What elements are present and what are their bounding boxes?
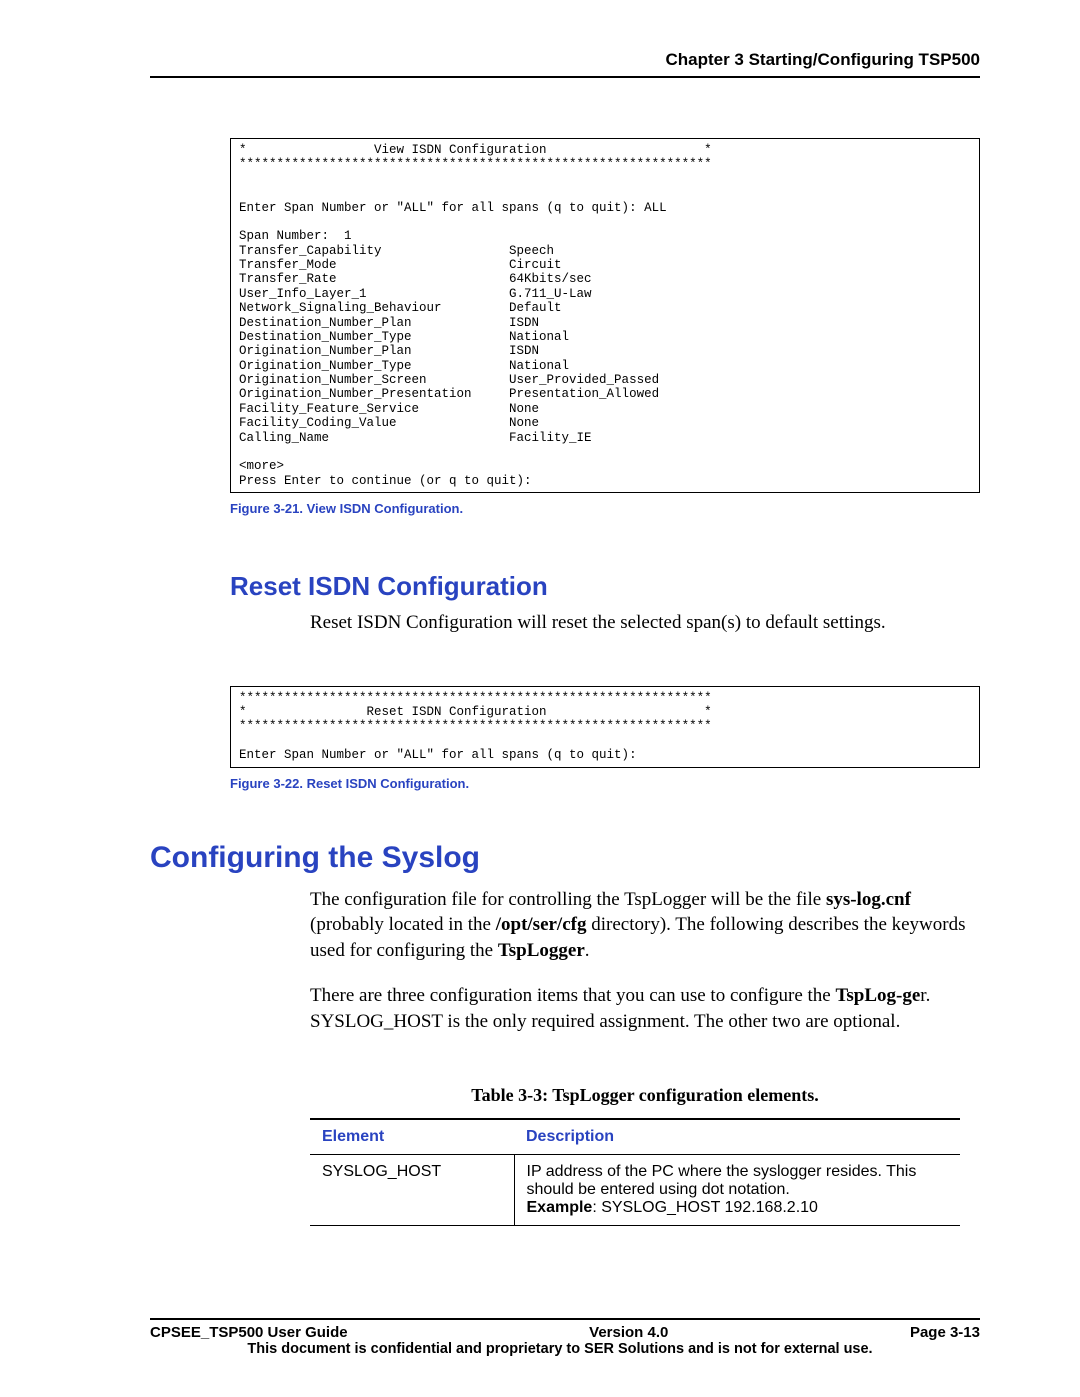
header-rule bbox=[150, 76, 980, 78]
bold-tsplogger: TspLogger bbox=[498, 940, 585, 961]
syslog-paragraph-2: There are three configuration items that… bbox=[310, 983, 980, 1034]
table-caption-3-3: Table 3-3: TspLogger configuration eleme… bbox=[310, 1085, 980, 1106]
th-element: Element bbox=[310, 1119, 514, 1155]
footer-page-number: Page 3-13 bbox=[910, 1324, 980, 1341]
text: The configuration file for controlling t… bbox=[310, 889, 826, 910]
spacer bbox=[150, 656, 980, 686]
chapter-header: Chapter 3 Starting/Configuring TSP500 bbox=[150, 50, 980, 70]
reset-isdn-body: Reset ISDN Configuration will reset the … bbox=[310, 610, 980, 636]
code-view-isdn: * View ISDN Configuration * ************… bbox=[230, 138, 980, 493]
bold-syslog-cnf: sys-log.cnf bbox=[826, 889, 911, 910]
table-header-row: Element Description bbox=[310, 1119, 960, 1155]
syslog-paragraph-1: The configuration file for controlling t… bbox=[310, 887, 980, 964]
heading-configuring-syslog: Configuring the Syslog bbox=[150, 841, 980, 875]
heading-reset-isdn: Reset ISDN Configuration bbox=[230, 571, 980, 602]
page: Chapter 3 Starting/Configuring TSP500 * … bbox=[0, 0, 1080, 1397]
figure-caption-3-22: Figure 3-22. Reset ISDN Configuration. bbox=[230, 776, 980, 791]
text: . bbox=[585, 940, 590, 961]
text: There are three configuration items that… bbox=[310, 985, 835, 1006]
example-label: Example bbox=[527, 1199, 593, 1216]
footer-info-row: CPSEE_TSP500 User Guide Version 4.0 Page… bbox=[0, 1324, 1080, 1341]
footer-rule bbox=[150, 1318, 980, 1320]
example-value: : SYSLOG_HOST 192.168.2.10 bbox=[592, 1199, 818, 1216]
text: (probably located in the bbox=[310, 914, 496, 935]
td-element: SYSLOG_HOST bbox=[310, 1154, 514, 1225]
footer-confidential: This document is confidential and propri… bbox=[0, 1341, 1080, 1357]
bold-tsplogger-2: TspLog-ge bbox=[835, 985, 920, 1006]
td-description: IP address of the PC where the syslogger… bbox=[514, 1154, 960, 1225]
footer-guide-title: CPSEE_TSP500 User Guide bbox=[150, 1324, 348, 1341]
bold-path: /opt/ser/cfg bbox=[496, 914, 587, 935]
figure-caption-3-21: Figure 3-21. View ISDN Configuration. bbox=[230, 501, 980, 516]
desc-text: IP address of the PC where the syslogger… bbox=[527, 1163, 917, 1198]
tsplogger-table: Element Description SYSLOG_HOST IP addre… bbox=[310, 1118, 960, 1226]
footer-version: Version 4.0 bbox=[589, 1324, 668, 1341]
footer: CPSEE_TSP500 User Guide Version 4.0 Page… bbox=[0, 1318, 1080, 1357]
table-row: SYSLOG_HOST IP address of the PC where t… bbox=[310, 1154, 960, 1225]
th-description: Description bbox=[514, 1119, 960, 1155]
code-reset-isdn: ****************************************… bbox=[230, 686, 980, 768]
